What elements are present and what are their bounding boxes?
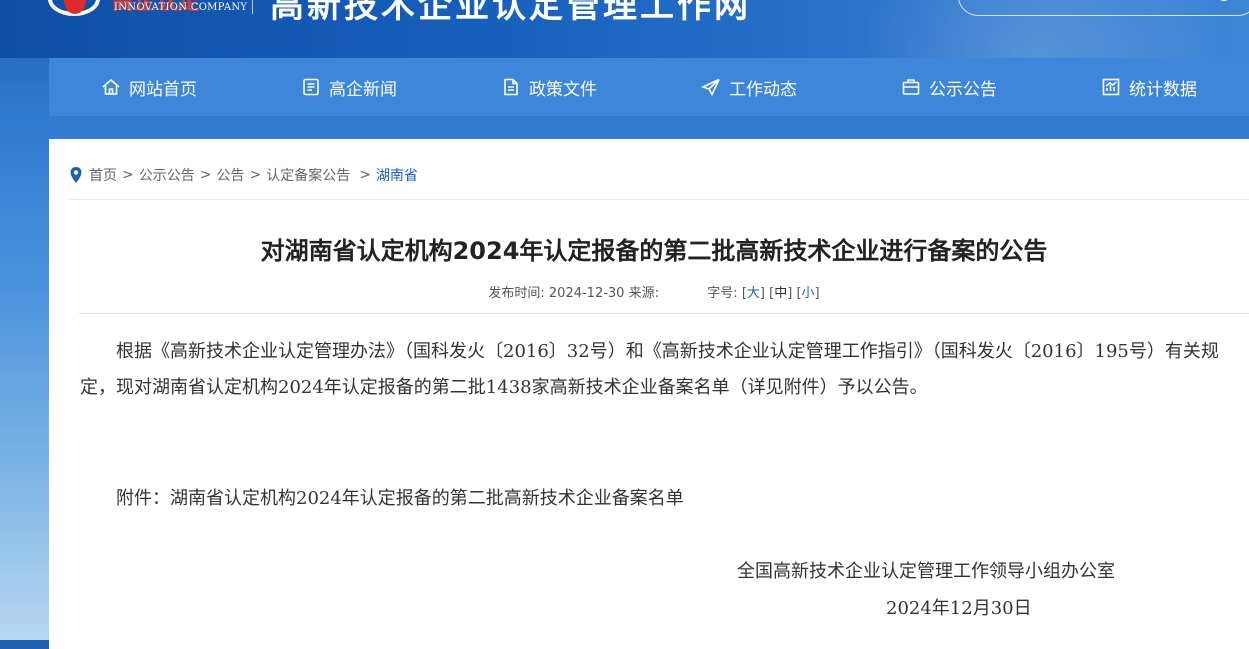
breadcrumb-announcements[interactable]: 公示公告: [139, 165, 195, 185]
divider: [79, 313, 1249, 314]
breadcrumb: 首页 > 公示公告 > 公告 > 认定备案公告 > 湖南省: [69, 165, 418, 185]
site-logo[interactable]: 高企认定 INNOVATION COMPANY: [48, 0, 247, 18]
breadcrumb-filing-notice[interactable]: 认定备案公告: [266, 165, 350, 185]
nav-item-home[interactable]: 网站首页: [49, 58, 249, 116]
home-icon: [102, 78, 120, 95]
nav-item-label: 网站首页: [129, 79, 197, 100]
article-meta: 发布时间: 2024-12-30 来源: 字号: [大] [中] [小]: [488, 286, 820, 301]
nav-item-statistics[interactable]: 统计数据: [1049, 58, 1249, 116]
nav-item-label: 政策文件: [529, 79, 597, 100]
source-label: 来源:: [628, 286, 659, 301]
publish-label: 发布时间:: [488, 286, 545, 301]
publish-date: 2024-12-30: [548, 286, 625, 301]
font-size-small-link[interactable]: 小: [802, 286, 815, 301]
breadcrumb-current[interactable]: 湖南省: [376, 165, 418, 185]
logo-text-en: INNOVATION COMPANY: [114, 2, 248, 13]
breadcrumb-separator: >: [122, 167, 134, 183]
breadcrumb-separator: >: [359, 167, 371, 183]
nav-item-label: 高企新闻: [329, 79, 397, 100]
nav-item-work-updates[interactable]: 工作动态: [649, 58, 849, 116]
signature-date: 2024年12月30日: [886, 598, 1032, 619]
logo-divider: [252, 0, 253, 14]
breadcrumb-separator: >: [249, 167, 262, 183]
attachment-line[interactable]: 附件：湖南省认定机构2024年认定报备的第二批高新技术企业备案名单: [80, 481, 1232, 517]
article-title: 对湖南省认定机构2024年认定报备的第二批高新技术企业进行备案的公告: [260, 237, 1048, 265]
nav-item-announcements[interactable]: 公示公告: [849, 58, 1049, 116]
nav-item-label: 统计数据: [1129, 79, 1197, 100]
font-size-large-link[interactable]: 大: [747, 286, 760, 301]
briefcase-icon: [902, 79, 920, 95]
site-title: 高新技术企业认定管理工作网: [270, 0, 751, 26]
font-size-label: 字号:: [707, 286, 738, 301]
article-panel: 首页 > 公示公告 > 公告 > 认定备案公告 > 湖南省 对湖南省认定机构20…: [49, 139, 1249, 649]
breadcrumb-separator: >: [199, 167, 212, 183]
divider: [69, 199, 1249, 200]
search-input[interactable]: [958, 0, 1249, 16]
article-paragraph: 根据《高新技术企业认定管理办法》（国科发火〔2016〕32号）和《高新技术企业认…: [80, 341, 1219, 398]
paper-plane-icon: [701, 78, 720, 97]
font-size-medium-link[interactable]: 中: [774, 286, 787, 301]
document-icon: [504, 78, 518, 96]
search-icon[interactable]: [1217, 0, 1231, 1]
chart-icon: [1102, 78, 1120, 96]
site-header: 高企认定 INNOVATION COMPANY 高新技术企业认定管理工作网: [0, 0, 1249, 58]
nav-item-policy[interactable]: 政策文件: [449, 58, 649, 116]
nav-item-news[interactable]: 高企新闻: [249, 58, 449, 116]
main-nav: 网站首页 高企新闻 政策文件 工作动态 公示公告 统计数据: [49, 58, 1249, 116]
breadcrumb-notice[interactable]: 公告: [216, 165, 244, 185]
nav-item-label: 工作动态: [729, 79, 797, 100]
breadcrumb-home[interactable]: 首页: [89, 165, 117, 185]
location-pin-icon: [70, 167, 82, 183]
news-icon: [303, 78, 319, 96]
nav-item-label: 公示公告: [929, 79, 997, 100]
signature-organization: 全国高新技术企业认定管理工作领导小组办公室: [737, 561, 1115, 582]
